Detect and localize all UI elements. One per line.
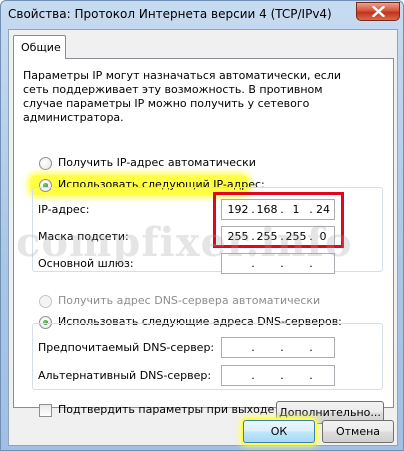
close-button[interactable] xyxy=(356,2,400,21)
octet-separator: . xyxy=(280,369,284,382)
alternate-dns-label: Альтернативный DNS-сервер: xyxy=(38,369,212,382)
octet-separator: . xyxy=(251,341,255,354)
octet-separator: . xyxy=(309,341,313,354)
alternate-dns-field[interactable]: . . . xyxy=(221,365,335,386)
validate-checkbox-label[interactable]: Подтвердить параметры при выходе xyxy=(58,403,274,416)
octet-separator: . xyxy=(280,341,284,354)
description-text: Параметры IP могут назначаться автоматич… xyxy=(23,69,342,124)
radio-ip-auto-label[interactable]: Получить IP-адрес автоматически xyxy=(58,156,256,169)
octet-separator: . xyxy=(251,369,255,382)
window-title: Свойства: Протокол Интернета версии 4 (T… xyxy=(8,7,332,21)
ok-button[interactable]: ОК xyxy=(243,420,315,443)
close-icon xyxy=(372,6,385,17)
preferred-dns-label: Предпочитаемый DNS-сервер: xyxy=(38,341,215,354)
title-bar[interactable]: Свойства: Протокол Интернета версии 4 (T… xyxy=(1,1,404,28)
radio-dns-auto-label[interactable]: Получить адрес DNS-сервера автоматически xyxy=(58,294,320,307)
cancel-button[interactable]: Отмена xyxy=(322,420,394,443)
tab-general-label: Общие xyxy=(21,41,61,54)
ip-address-label: IP-адрес: xyxy=(38,203,90,216)
preferred-dns-field[interactable]: . . . xyxy=(221,337,335,358)
validate-checkbox[interactable] xyxy=(39,404,52,417)
dialog-window: Свойства: Протокол Интернета версии 4 (T… xyxy=(0,0,404,451)
tab-general[interactable]: Общие xyxy=(13,35,66,59)
octet-separator: . xyxy=(309,369,313,382)
radio-dns-auto[interactable] xyxy=(39,295,52,308)
radio-ip-auto[interactable] xyxy=(39,157,52,170)
watermark-text: compfixer.info xyxy=(16,219,353,266)
